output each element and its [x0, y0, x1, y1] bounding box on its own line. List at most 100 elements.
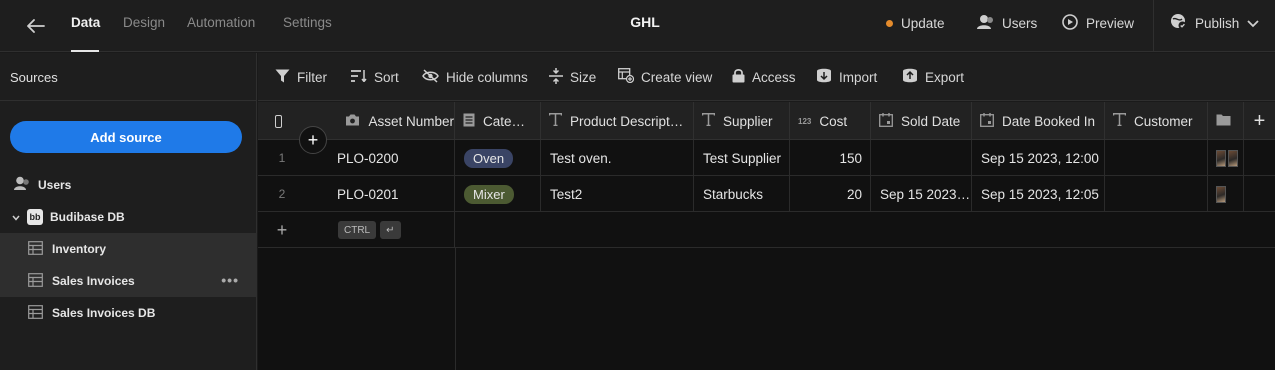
sort-button[interactable]: Sort [351, 68, 399, 86]
export-icon [902, 68, 918, 86]
new-row-plus-icon[interactable]: + [258, 212, 306, 248]
size-icon [549, 67, 563, 87]
column-header-category[interactable]: Cate… [455, 102, 541, 140]
attachment-thumbnail [1216, 149, 1226, 167]
sidebar-item-label: Sales Invoices [52, 274, 135, 288]
table-row[interactable]: 1 PLO-0200 Oven Test oven. Test Supplier… [258, 140, 1275, 176]
update-button[interactable]: Update [886, 13, 945, 33]
column-header-attachments[interactable] [1208, 102, 1244, 140]
back-arrow-icon[interactable] [22, 12, 50, 40]
sidebar-item-label: Inventory [52, 242, 107, 256]
text-icon [701, 113, 716, 129]
text-icon [1112, 113, 1127, 129]
ctrl-key: CTRL [338, 221, 377, 239]
create-view-label: Create view [641, 69, 713, 85]
filter-icon [275, 69, 290, 86]
lock-icon [732, 68, 745, 86]
import-button[interactable]: Import [816, 68, 877, 86]
hide-columns-button[interactable]: Hide columns [422, 68, 528, 86]
divider [1153, 0, 1154, 52]
cell-cost[interactable]: 150 [790, 140, 871, 176]
column-header-cost[interactable]: 123 Cost [790, 102, 871, 140]
cell-sold-date[interactable]: Sep 15 2023… [871, 176, 972, 212]
cell-supplier[interactable]: Starbucks [694, 176, 790, 212]
calendar-icon [879, 112, 893, 130]
column-header-label: Cost [819, 113, 848, 129]
sidebar-item-inventory[interactable]: Inventory [0, 233, 257, 265]
cell-asset-number[interactable]: PLO-0200 [328, 140, 455, 176]
tab-design[interactable]: Design [123, 15, 165, 30]
sources-header: Sources [0, 53, 257, 101]
grid-toolbar: Filter Sort Hide columns Size Create vie… [258, 53, 1275, 101]
new-row[interactable]: + CTRL ↵ [258, 212, 1275, 248]
export-button[interactable]: Export [902, 68, 964, 86]
calendar-icon [980, 112, 994, 130]
globe-check-icon [1170, 13, 1187, 33]
eye-off-icon [422, 68, 439, 86]
users-button[interactable]: Users [977, 13, 1037, 33]
cell-attachments[interactable] [1208, 140, 1244, 176]
cell-date-booked-in[interactable]: Sep 15 2023, 12:00 [972, 140, 1105, 176]
sidebar-item-sales-invoices-db[interactable]: Sales Invoices DB [0, 297, 257, 329]
column-header-sold-date[interactable]: Sold Date [871, 102, 972, 140]
import-icon [816, 68, 832, 86]
cell-category[interactable]: Oven [455, 140, 541, 176]
cell-supplier[interactable]: Test Supplier [694, 140, 790, 176]
size-button[interactable]: Size [549, 67, 597, 87]
access-button[interactable]: Access [732, 68, 796, 86]
tab-settings[interactable]: Settings [283, 15, 332, 30]
sidebar-item-budibase-db[interactable]: bb Budibase DB [0, 201, 257, 233]
table-icon [28, 304, 43, 322]
attachment-thumbnail [1216, 185, 1226, 203]
users-label: Users [1002, 15, 1038, 31]
table-row[interactable]: 2 PLO-0201 Mixer Test2 Starbucks 20 Sep … [258, 176, 1275, 212]
column-header-label: Product Descript… [570, 113, 684, 129]
cell-date-booked-in[interactable]: Sep 15 2023, 12:05 [972, 176, 1105, 212]
sort-icon [351, 69, 367, 85]
filter-button[interactable]: Filter [275, 68, 327, 86]
access-label: Access [752, 69, 796, 85]
tab-data[interactable]: Data [71, 15, 100, 30]
cell-customer[interactable] [1105, 176, 1208, 212]
column-header-label: Date Booked In [1002, 113, 1096, 129]
cell-product-description[interactable]: Test2 [541, 176, 694, 212]
cell-attachments[interactable] [1208, 176, 1244, 212]
publish-button[interactable]: Publish [1170, 13, 1259, 33]
filter-label: Filter [297, 69, 327, 85]
sidebar-item-sales-invoices[interactable]: Sales Invoices ••• [0, 265, 257, 297]
column-header-product-description[interactable]: Product Descript… [541, 102, 694, 140]
add-source-button[interactable]: Add source [10, 121, 242, 153]
list-icon [463, 113, 475, 130]
create-view-button[interactable]: Create view [618, 68, 712, 86]
chevron-down-icon[interactable] [12, 210, 20, 224]
cell-category[interactable]: Mixer [455, 176, 541, 212]
budibase-db-icon: bb [27, 209, 43, 225]
add-column-button[interactable]: + [1244, 102, 1275, 140]
select-all-header[interactable]: Asset Number [258, 102, 455, 140]
folder-icon [1216, 114, 1231, 129]
number-icon: 123 [798, 116, 812, 126]
update-label: Update [901, 15, 945, 31]
grid-header-row: Asset Number Cate… Product Descript… Sup… [258, 102, 1275, 140]
column-header-customer[interactable]: Customer [1105, 102, 1208, 140]
sidebar-item-users[interactable]: Users [0, 169, 257, 201]
preview-button[interactable]: Preview [1062, 13, 1134, 33]
cell-product-description[interactable]: Test oven. [541, 140, 694, 176]
plus-icon: + [1253, 109, 1266, 132]
cell-customer[interactable] [1105, 140, 1208, 176]
column-header-label: Sold Date [901, 113, 961, 129]
cell-sold-date[interactable] [871, 140, 972, 176]
column-header-supplier[interactable]: Supplier [694, 102, 790, 140]
active-tab-indicator [71, 50, 99, 52]
sources-heading: Sources [10, 70, 58, 85]
tab-automation[interactable]: Automation [187, 15, 255, 30]
select-all-checkbox[interactable] [275, 114, 283, 128]
column-header-asset-number: Asset Number [368, 113, 454, 129]
more-options-icon[interactable]: ••• [221, 272, 239, 288]
cell-asset-number[interactable]: PLO-0201 [328, 176, 455, 212]
column-header-date-booked-in[interactable]: Date Booked In [972, 102, 1105, 140]
camera-icon [345, 114, 360, 129]
chevron-down-icon[interactable] [1247, 16, 1259, 31]
size-label: Size [570, 69, 597, 85]
cell-cost[interactable]: 20 [790, 176, 871, 212]
